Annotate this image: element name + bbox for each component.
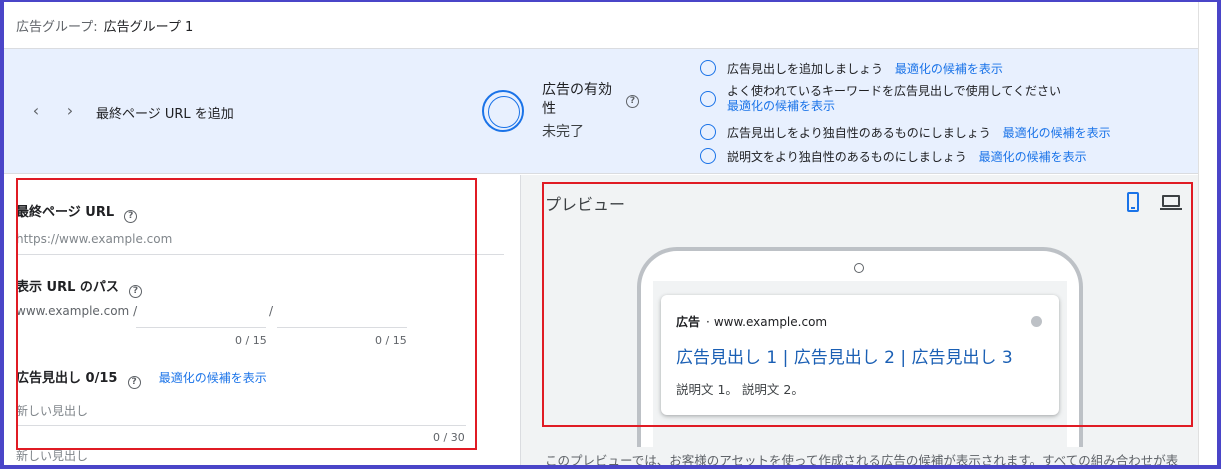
- ad-strength-gauge: [482, 90, 524, 132]
- ad-group-header: 広告グループ: 広告グループ 1: [4, 2, 1198, 49]
- ad-strength-banner: ‹ › 最終ページ URL を追加 広告の有効性 ? 未完了 広告見出しを追加し…: [4, 49, 1198, 174]
- phone-camera-icon: [854, 263, 864, 273]
- view-suggestion-link[interactable]: 最適化の候補を表示: [979, 150, 1087, 164]
- ad-display-url: www.example.com: [713, 315, 828, 329]
- path1-input[interactable]: [136, 327, 266, 328]
- path-separator: /: [269, 304, 274, 318]
- headlines-label: 広告見出し 0/15 ? 最適化の候補を表示: [16, 371, 267, 389]
- help-icon[interactable]: ?: [626, 95, 639, 108]
- path2-input[interactable]: [277, 327, 407, 328]
- ad-strength-label: 広告の有効性: [542, 82, 612, 117]
- chevron-right-icon[interactable]: ›: [62, 102, 78, 120]
- view-suggestion-link[interactable]: 最適化の候補を表示: [895, 62, 1003, 76]
- ad-form: 最終ページ URL ? https://www.example.com 表示 U…: [4, 175, 520, 469]
- phone-screen: 広告 · www.example.com 広告見出し 1 | 広告見出し 2 | 広…: [653, 281, 1067, 451]
- headline-input-1[interactable]: 新しい見出し: [16, 402, 88, 419]
- radio-icon[interactable]: [700, 60, 716, 76]
- preview-note: このプレビューでは、お客様のアセットを使って作成される広告の候補が表示されます。…: [545, 453, 1179, 468]
- laptop-icon[interactable]: [1160, 195, 1182, 211]
- path2-counter: 0 / 15: [375, 334, 407, 347]
- suggestion-text: 広告見出しをより独自性のあるものにしましょう: [727, 126, 991, 140]
- headline-underline: [16, 425, 466, 426]
- phone-mockup: 広告 · www.example.com 広告見出し 1 | 広告見出し 2 | 広…: [637, 247, 1083, 451]
- final-url-label: 最終ページ URL ?: [16, 201, 138, 223]
- scrollbar[interactable]: [1198, 0, 1217, 469]
- ad-preview-panel: プレビュー 広告 · www.example.com 広告見出し 1 | 広告見出し…: [521, 175, 1198, 469]
- radio-icon[interactable]: [700, 148, 716, 164]
- suggestion-text: よく使われているキーワードを広告見出しで使用してください: [727, 84, 1061, 98]
- suggestion-text: 説明文をより独自性のあるものにしましょう: [727, 150, 967, 164]
- mobile-icon[interactable]: [1127, 192, 1139, 212]
- radio-icon[interactable]: [700, 91, 716, 107]
- view-suggestion-link[interactable]: 最適化の候補を表示: [1003, 126, 1111, 140]
- radio-icon[interactable]: [700, 124, 716, 140]
- help-icon[interactable]: ?: [129, 285, 143, 298]
- ad-badge: 広告: [676, 315, 701, 329]
- ad-strength-status: 未完了: [542, 124, 584, 140]
- ad-meta: 広告 · www.example.com: [676, 315, 828, 329]
- ad-headline: 広告見出し 1 | 広告見出し 2 | 広告見出し 3: [676, 348, 1013, 368]
- final-url-input[interactable]: https://www.example.com: [16, 232, 172, 246]
- suggestion-text: 広告見出しを追加しましょう: [727, 62, 884, 76]
- ad-group-name: 広告グループ 1: [103, 19, 194, 35]
- info-icon: [1031, 316, 1042, 327]
- preview-title: プレビュー: [545, 195, 626, 214]
- view-suggestion-link[interactable]: 最適化の候補を表示: [727, 99, 835, 113]
- ad-group-label: 広告グループ:: [16, 19, 98, 35]
- help-icon[interactable]: ?: [127, 376, 141, 389]
- banner-title: 最終ページ URL を追加: [96, 107, 234, 122]
- ad-preview-card: 広告 · www.example.com 広告見出し 1 | 広告見出し 2 | 広…: [661, 295, 1059, 415]
- display-path-label: 表示 URL のパス ?: [16, 276, 143, 298]
- final-url-underline: [16, 254, 504, 255]
- path1-counter: 0 / 15: [235, 334, 267, 347]
- headline-input-2[interactable]: 新しい見出し: [16, 447, 88, 464]
- view-suggestions-link[interactable]: 最適化の候補を表示: [159, 371, 267, 385]
- ad-description: 説明文 1。 説明文 2。: [676, 382, 804, 397]
- display-url-prefix: www.example.com /: [16, 304, 138, 318]
- headline-counter: 0 / 30: [433, 431, 465, 444]
- chevron-left-icon[interactable]: ‹: [28, 102, 44, 120]
- help-icon[interactable]: ?: [124, 210, 138, 223]
